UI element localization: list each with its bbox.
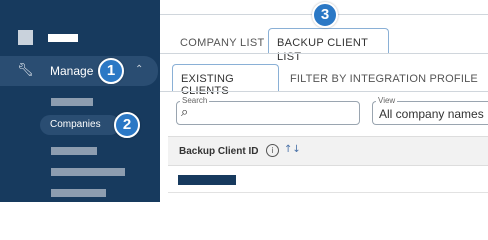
sidebar-item-label: Companies [50,119,101,130]
search-label: Search [180,96,210,106]
view-label: View [376,96,398,106]
callout-badge-3: 3 [312,2,338,28]
sidebar-item-companies[interactable]: Companies [40,115,120,135]
column-header-backup-client-id[interactable]: Backup Client ID [179,146,258,158]
sidebar: 🔧︎ Manage ⌃ Companies [0,0,160,202]
callout-badge-1: 1 [98,58,124,84]
divider [160,53,488,54]
tab-existing-clients[interactable]: EXISTING CLIENTS [172,64,279,97]
tab-backup-client-list[interactable]: BACKUP CLIENT LIST [268,28,389,63]
sidebar-item-manage[interactable]: 🔧︎ Manage ⌃ [0,56,158,86]
tab-company-list[interactable]: COMPANY LIST [180,36,265,50]
app-logo [18,30,33,45]
info-icon[interactable]: i [266,144,279,157]
table-row-divider [168,192,488,193]
divider [160,91,488,92]
chevron-up-icon[interactable]: ⌃ [135,62,143,78]
main-content: COMPANY LIST BACKUP CLIENT LIST EXISTING… [160,0,488,202]
sidebar-item-label: Manage [50,64,94,78]
sort-icon[interactable]: ↑↓ [284,144,301,156]
view-select-value: All company names [379,107,484,121]
callout-badge-2: 2 [114,112,140,138]
sidebar-item-redacted[interactable] [51,98,93,106]
sidebar-item-redacted[interactable] [51,189,106,197]
search-icon: ⌕ [181,105,189,120]
table-cell-redacted[interactable] [178,175,236,185]
wrench-icon: 🔧︎ [17,63,34,78]
tab-filter-by-integration-profile[interactable]: FILTER BY INTEGRATION PROFILE [290,72,478,86]
sidebar-item-redacted[interactable] [51,147,97,155]
table-header: Backup Client ID i ↑↓ [168,136,488,166]
brand-name-redacted [48,34,78,42]
sidebar-item-redacted[interactable] [51,168,125,176]
